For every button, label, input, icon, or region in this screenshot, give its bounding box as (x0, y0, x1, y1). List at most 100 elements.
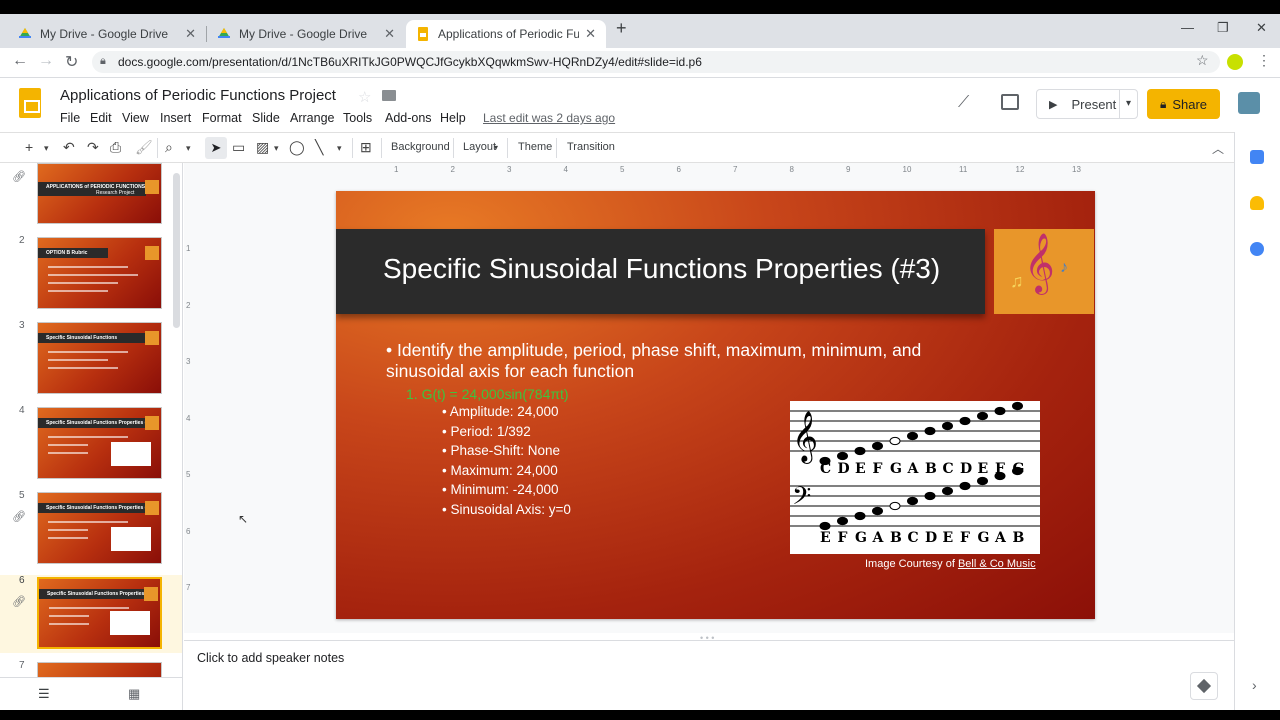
new-slide-dropdown-icon[interactable]: ▾ (44, 143, 49, 154)
back-icon[interactable]: ← (12, 52, 28, 70)
note-letter: G (890, 461, 902, 477)
calendar-icon[interactable] (1250, 150, 1264, 164)
text-box-icon[interactable]: ▭ (232, 139, 245, 156)
line-dropdown-icon[interactable]: ▾ (337, 143, 342, 154)
toolbar-divider (556, 138, 557, 158)
menu-insert[interactable]: Insert (160, 111, 191, 125)
present-button[interactable]: ▶ Present ▾ (1036, 89, 1138, 119)
chrome-menu-icon[interactable]: ⋮ (1257, 52, 1271, 69)
note-head (924, 426, 936, 436)
lock-icon[interactable]: 🔒︎ (100, 55, 106, 68)
explore-icon[interactable] (1190, 672, 1218, 700)
horizontal-ruler: 1 2 3 4 5 6 7 8 9 10 11 12 13 (340, 165, 1094, 175)
zoom-icon[interactable]: ⌕ (165, 139, 173, 156)
menu-help[interactable]: Help (440, 111, 466, 125)
property-item: • Sinusoidal Axis: y=0 (442, 501, 571, 517)
music-staff-image[interactable]: 𝄞 𝄢 CDEFGABCDEFG EFGABCDEFGAB (790, 401, 1040, 554)
filmstrip-scrollbar[interactable] (173, 173, 180, 328)
close-tab-icon[interactable]: ✕ (185, 26, 196, 42)
activity-dashboard-icon[interactable]: ⟋ (958, 94, 969, 112)
theme-button[interactable]: Theme (518, 141, 552, 153)
grid-view-icon[interactable]: ▦ (128, 686, 140, 702)
new-tab-button[interactable]: + (616, 18, 627, 39)
main-bullet[interactable]: • Identify the amplitude, period, phase … (386, 340, 986, 382)
note-head (819, 521, 831, 531)
properties-list[interactable]: • Amplitude: 24,000 • Period: 1/392 • Ph… (442, 404, 571, 522)
minimize-icon[interactable]: — (1181, 20, 1194, 35)
select-cursor-icon[interactable]: ➤ (205, 137, 227, 159)
note-letter: A (872, 530, 885, 546)
paint-format-icon[interactable]: 🖌︎ (135, 139, 153, 156)
slide-thumbnail-2[interactable]: OPTION B Rubric (37, 237, 162, 309)
background-button[interactable]: Background (391, 141, 450, 153)
treble-clef-icon: 𝄞 (1024, 234, 1055, 292)
slide-thumbnail-6[interactable]: Specific Sinusoidal Functions Properties… (37, 577, 162, 649)
restore-icon[interactable]: ❐ (1217, 20, 1229, 36)
function-item[interactable]: 1. G(t) = 24,000sin(784πt) (406, 386, 569, 402)
menu-file[interactable]: File (60, 111, 80, 125)
document-title[interactable]: Applications of Periodic Functions Proje… (60, 87, 336, 104)
slide-thumbnail-3[interactable]: Specific Sinusoidal Functions (37, 322, 162, 394)
thumb-image (145, 501, 159, 515)
menu-addons[interactable]: Add-ons (385, 111, 432, 125)
print-icon[interactable]: ⎙ (110, 139, 121, 156)
forward-icon[interactable]: → (38, 52, 54, 70)
google-slides-icon (418, 27, 428, 41)
slide-thumbnail-5[interactable]: Specific Sinusoidal Functions Properties… (37, 492, 162, 564)
url-text[interactable]: docs.google.com/presentation/d/1NcTB6uXR… (118, 55, 702, 69)
share-button[interactable]: 🔒︎ Share (1147, 89, 1220, 119)
slide-thumbnail-1[interactable]: APPLICATIONS of PERIODIC FUNCTIONS Resear… (37, 163, 162, 224)
menu-format[interactable]: Format (202, 111, 242, 125)
image-icon[interactable]: ▨ (256, 139, 269, 156)
bass-note-letters: EFGABCDEFGAB (820, 530, 1025, 546)
browser-tab-slides[interactable]: Applications of Periodic Functions ✕ (406, 20, 606, 48)
transition-button[interactable]: Transition (567, 141, 615, 153)
collapse-toolbar-icon[interactable]: ︿ (1212, 140, 1224, 157)
slide-thumbnail-7[interactable] (37, 662, 162, 677)
caption-link[interactable]: Bell & Co Music (958, 558, 1036, 570)
layout-button[interactable]: Layout (463, 141, 496, 153)
close-tab-icon[interactable]: ✕ (384, 26, 395, 42)
property-item: • Phase-Shift: None (442, 443, 561, 459)
menu-tools[interactable]: Tools (343, 111, 372, 125)
folder-icon[interactable] (382, 90, 396, 101)
image-dropdown-icon[interactable]: ▾ (274, 143, 279, 154)
expand-side-panel-icon[interactable]: › (1252, 677, 1257, 693)
browser-tab-drive-2[interactable]: My Drive - Google Drive ✕ (207, 20, 405, 48)
thumb-image (144, 587, 158, 601)
insert-comment-icon[interactable]: ⊞ (360, 139, 372, 156)
slide-thumbnail-4[interactable]: Specific Sinusoidal Functions Properties… (37, 407, 162, 479)
new-slide-icon[interactable]: + (25, 139, 33, 155)
line-icon[interactable]: ╲ (315, 139, 323, 156)
star-icon[interactable]: ☆ (358, 88, 371, 106)
music-notes-image[interactable]: 𝄞 ♫ ♪ (994, 229, 1094, 314)
menu-edit[interactable]: Edit (90, 111, 112, 125)
menu-arrange[interactable]: Arrange (290, 111, 334, 125)
extension-icon[interactable] (1227, 54, 1243, 70)
browser-tab-drive-1[interactable]: My Drive - Google Drive ✕ (8, 20, 206, 48)
undo-icon[interactable]: ↶ (63, 139, 75, 156)
reload-icon[interactable]: ↻ (65, 52, 78, 72)
zoom-dropdown-icon[interactable]: ▾ (186, 143, 191, 154)
slide-title[interactable]: Specific Sinusoidal Functions Properties… (383, 253, 940, 285)
tasks-icon[interactable] (1250, 242, 1264, 256)
comment-icon[interactable] (1001, 94, 1019, 110)
layout-dropdown-icon[interactable]: ▾ (494, 143, 498, 152)
account-avatar[interactable] (1238, 92, 1260, 114)
shape-icon[interactable]: ◯ (289, 139, 305, 156)
note-letter: B (1013, 530, 1025, 546)
speaker-notes-placeholder[interactable]: Click to add speaker notes (197, 651, 344, 665)
keep-icon[interactable] (1250, 196, 1264, 210)
redo-icon[interactable]: ↷ (87, 139, 99, 156)
current-slide[interactable]: Specific Sinusoidal Functions Properties… (336, 191, 1095, 619)
bookmark-star-icon[interactable]: ☆ (1196, 52, 1209, 69)
slides-logo-icon[interactable] (19, 88, 41, 118)
menu-slide[interactable]: Slide (252, 111, 280, 125)
menu-view[interactable]: View (122, 111, 149, 125)
close-tab-icon[interactable]: ✕ (585, 26, 596, 42)
close-window-icon[interactable]: ✕ (1256, 20, 1267, 36)
filmstrip-view-icon[interactable]: ☰ (38, 686, 50, 702)
present-dropdown-icon[interactable]: ▾ (1119, 90, 1137, 118)
last-edit-link[interactable]: Last edit was 2 days ago (483, 111, 615, 125)
note-letter: F (995, 461, 1005, 477)
